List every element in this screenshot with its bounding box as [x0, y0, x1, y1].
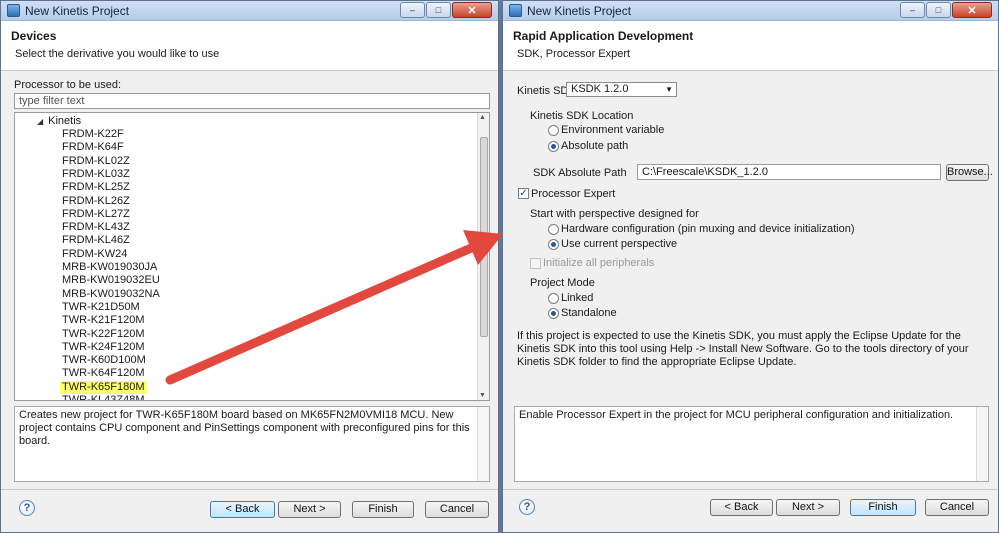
perspective-label: Start with perspective designed for [530, 208, 699, 220]
app-icon [7, 4, 20, 17]
expand-triangle-icon[interactable]: ◢ [37, 117, 43, 126]
back-button[interactable]: < Back [710, 499, 773, 516]
device-description: Creates new project for TWR-K65F180M boa… [14, 406, 490, 482]
scroll-down-icon[interactable]: ▼ [479, 392, 486, 399]
chevron-down-icon: ▼ [665, 85, 673, 94]
help-icon[interactable]: ? [19, 500, 35, 516]
description-scrollbar[interactable] [976, 407, 988, 481]
tree-item[interactable]: FRDM-KL27Z [62, 208, 130, 221]
maximize-button[interactable]: □ [926, 2, 951, 18]
tree-item[interactable]: FRDM-KL02Z [62, 155, 130, 168]
tree-node-kinetis[interactable]: ◢ Kinetis [37, 115, 81, 128]
next-button[interactable]: Next > [776, 499, 840, 516]
device-tree[interactable]: ◢ Kinetis ▲ ▼ FRDM-K22F FRDM-K64F FRDM-KL02… [14, 112, 490, 401]
maximize-button[interactable]: □ [426, 2, 451, 18]
devices-dialog: New Kinetis Project – □ ✕ Devices Select… [0, 0, 499, 533]
close-button[interactable]: ✕ [452, 2, 492, 18]
tree-item[interactable]: MRB-KW019030JA [62, 261, 157, 274]
tree-item[interactable]: FRDM-KL03Z [62, 168, 130, 181]
minimize-button[interactable]: – [900, 2, 925, 18]
page-title: Rapid Application Development [513, 29, 694, 43]
footer-divider [1, 489, 498, 490]
description-text: Enable Processor Expert in the project f… [519, 409, 954, 421]
description-scrollbar[interactable] [477, 407, 489, 481]
tree-item[interactable]: MRB-KW019032NA [62, 288, 160, 301]
finish-button[interactable]: Finish [850, 499, 916, 516]
tree-scrollbar[interactable]: ▲ ▼ [477, 113, 489, 400]
tree-item[interactable]: FRDM-KW24 [62, 248, 127, 261]
sdk-version-value: KSDK 1.2.0 [571, 83, 629, 95]
sdk-location-label: Kinetis SDK Location [530, 110, 634, 122]
project-mode-label: Project Mode [530, 277, 595, 289]
initialize-peripherals-label: Initialize all peripherals [543, 257, 655, 269]
finish-button[interactable]: Finish [352, 501, 414, 518]
page-subtitle: Select the derivative you would like to … [15, 48, 220, 60]
tree-item[interactable]: FRDM-K64F [62, 141, 124, 154]
tree-item[interactable]: TWR-K60D100M [62, 354, 146, 367]
tree-item[interactable]: TWR-K24F120M [62, 341, 145, 354]
use-current-perspective-label: Use current perspective [561, 238, 678, 250]
radio-hardware-configuration[interactable] [548, 224, 559, 235]
tree-node-label: Kinetis [48, 115, 82, 127]
sdk-path-field[interactable]: C:\Freescale\KSDK_1.2.0 [637, 164, 941, 180]
radio-use-current-perspective[interactable] [548, 239, 559, 250]
minimize-button[interactable]: – [400, 2, 425, 18]
next-button[interactable]: Next > [278, 501, 341, 518]
description-text: Creates new project for TWR-K65F180M boa… [19, 409, 470, 447]
rad-dialog: New Kinetis Project – □ ✕ Rapid Applicat… [502, 0, 999, 533]
close-button[interactable]: ✕ [952, 2, 992, 18]
tree-item[interactable]: MRB-KW019032EU [62, 274, 160, 287]
tree-item[interactable]: FRDM-KL46Z [62, 234, 130, 247]
left-header: Devices Select the derivative you would … [1, 21, 498, 71]
app-icon [509, 4, 522, 17]
processor-expert-checkbox[interactable]: ✓ [518, 188, 529, 199]
tree-item[interactable]: TWR-K64F120M [62, 367, 145, 380]
right-title-bar[interactable]: New Kinetis Project – □ ✕ [503, 1, 998, 21]
back-button[interactable]: < Back [210, 501, 275, 518]
option-description: Enable Processor Expert in the project f… [514, 406, 989, 482]
tree-item-selected[interactable]: TWR-K65F180M [60, 380, 147, 394]
tree-item[interactable]: FRDM-K22F [62, 128, 124, 141]
page-title: Devices [11, 29, 57, 43]
sdk-absolute-path-label: SDK Absolute Path [533, 167, 627, 179]
environment-variable-label: Environment variable [561, 124, 665, 136]
radio-linked[interactable] [548, 293, 559, 304]
footer-divider [503, 489, 998, 490]
radio-standalone[interactable] [548, 308, 559, 319]
initialize-peripherals-checkbox[interactable] [530, 258, 541, 269]
tree-item[interactable]: TWR-K21F120M [62, 314, 145, 327]
help-icon[interactable]: ? [519, 499, 535, 515]
tree-item[interactable]: FRDM-KL25Z [62, 181, 130, 194]
processor-label: Processor to be used: [14, 79, 122, 91]
sdk-update-info: If this project is expected to use the K… [517, 330, 969, 368]
cancel-button[interactable]: Cancel [425, 501, 489, 518]
tree-item[interactable]: TWR-K22F120M [62, 328, 145, 341]
filter-input[interactable]: type filter text [14, 93, 490, 109]
sdk-version-select[interactable]: KSDK 1.2.0 ▼ [566, 82, 677, 97]
scrollbar-thumb[interactable] [480, 137, 488, 337]
right-header: Rapid Application Development SDK, Proce… [503, 21, 998, 71]
page-subtitle: SDK, Processor Expert [517, 48, 631, 60]
right-window-title: New Kinetis Project [527, 4, 632, 18]
linked-label: Linked [561, 292, 594, 304]
radio-absolute-path[interactable] [548, 141, 559, 152]
hardware-configuration-label: Hardware configuration (pin muxing and d… [561, 223, 855, 235]
radio-environment-variable[interactable] [548, 125, 559, 136]
browse-button[interactable]: Browse... [946, 164, 993, 181]
cancel-button[interactable]: Cancel [925, 499, 989, 516]
tree-item[interactable]: FRDM-KL26Z [62, 195, 130, 208]
left-window-title: New Kinetis Project [25, 4, 130, 18]
left-title-bar[interactable]: New Kinetis Project – □ ✕ [1, 1, 498, 21]
tree-item[interactable]: FRDM-KL43Z [62, 221, 130, 234]
processor-expert-label: Processor Expert [531, 188, 616, 200]
tree-item[interactable]: TWR-KL43Z48M [62, 394, 145, 400]
scroll-up-icon[interactable]: ▲ [479, 114, 486, 121]
standalone-label: Standalone [561, 307, 617, 319]
tree-item[interactable]: TWR-K21D50M [62, 301, 140, 314]
absolute-path-label: Absolute path [561, 140, 629, 152]
